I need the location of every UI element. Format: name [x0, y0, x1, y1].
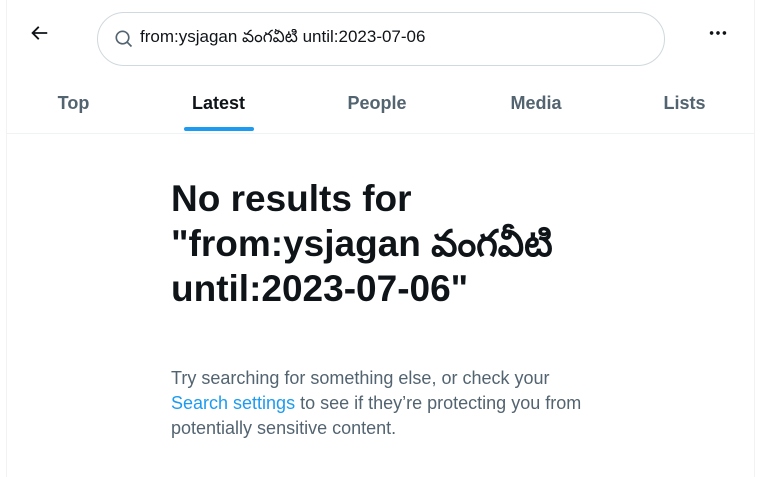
active-tab-indicator	[183, 127, 254, 131]
search-input[interactable]	[140, 29, 620, 49]
tab-label: People	[347, 93, 407, 113]
tab-top[interactable]: Top	[7, 74, 140, 133]
more-icon	[707, 22, 729, 49]
back-button[interactable]	[18, 14, 60, 56]
more-options-button[interactable]	[697, 14, 739, 56]
back-arrow-icon	[28, 22, 50, 49]
search-field[interactable]	[97, 12, 665, 66]
search-icon	[114, 29, 134, 49]
tab-latest[interactable]: Latest	[140, 74, 297, 133]
tab-label: Top	[57, 93, 90, 113]
tab-media[interactable]: Media	[457, 74, 615, 133]
search-settings-link[interactable]: Search settings	[171, 393, 295, 413]
empty-state-text: Try searching for something else, or che…	[171, 368, 550, 388]
tab-people[interactable]: People	[297, 74, 457, 133]
tab-label: Media	[510, 93, 562, 113]
search-tabs: Top Latest People Media Lists	[7, 74, 754, 134]
tab-label: Lists	[663, 93, 706, 113]
empty-state-title: No results for "from:ysjagan వంగవీటి unt…	[171, 178, 553, 309]
tab-lists[interactable]: Lists	[615, 74, 754, 133]
empty-state-message: Try searching for something else, or che…	[171, 366, 591, 441]
tab-label: Latest	[191, 93, 245, 113]
